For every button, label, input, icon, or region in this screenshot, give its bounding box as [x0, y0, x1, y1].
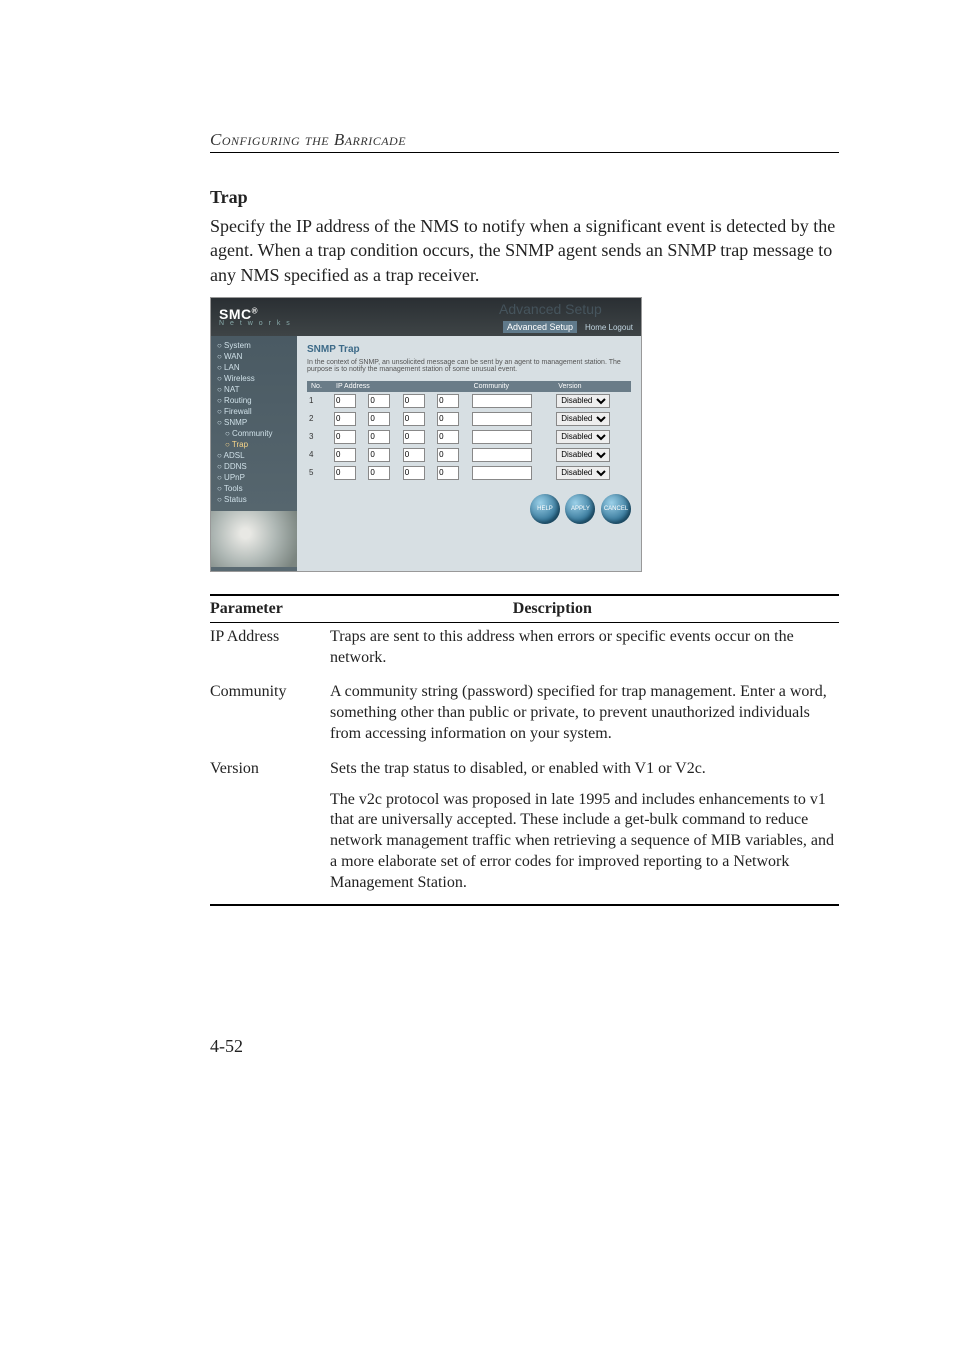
param-name: IP Address	[210, 623, 330, 679]
table-bottom-rule	[210, 904, 839, 906]
col-no: No.	[307, 381, 332, 392]
panel-description: In the context of SNMP, an unsolicited m…	[307, 359, 631, 373]
nav-item[interactable]: ○ DDNS	[211, 461, 297, 472]
community-input[interactable]	[472, 430, 532, 444]
router-screenshot: SMC®N e t w o r k s Advanced Setup Advan…	[210, 297, 642, 572]
param-row: VersionSets the trap status to disabled,…	[210, 755, 839, 904]
param-desc: A community string (password) specified …	[330, 678, 839, 754]
param-row: CommunityA community string (password) s…	[210, 678, 839, 754]
param-desc-table: Parameter Description	[210, 596, 839, 622]
col-community: Community	[470, 381, 555, 392]
sidebar-nav: ○ System○ WAN○ LAN○ Wireless○ NAT○ Routi…	[211, 336, 297, 571]
community-input[interactable]	[472, 466, 532, 480]
version-select[interactable]: Disabled	[556, 430, 610, 444]
version-select[interactable]: Disabled	[556, 466, 610, 480]
ip-octet-input[interactable]	[403, 412, 425, 426]
param-name: Version	[210, 755, 330, 904]
ip-octet-input[interactable]	[334, 394, 356, 408]
cell-no: 5	[307, 464, 332, 482]
main-panel: SNMP Trap In the context of SNMP, an uns…	[297, 336, 641, 571]
nav-item[interactable]: ○ Wireless	[211, 373, 297, 384]
col-ip: IP Address	[332, 381, 470, 392]
ip-octet-input[interactable]	[368, 412, 390, 426]
nav-item[interactable]: ○ LAN	[211, 362, 297, 373]
logo-text: SMC®N e t w o r k s	[219, 306, 292, 327]
param-desc: Sets the trap status to disabled, or ena…	[330, 755, 839, 904]
ip-octet-input[interactable]	[334, 412, 356, 426]
help-button[interactable]: HELP	[530, 494, 560, 524]
cancel-button[interactable]: CANCEL	[601, 494, 631, 524]
ip-octet-input[interactable]	[334, 466, 356, 480]
param-name: Community	[210, 678, 330, 754]
version-select[interactable]: Disabled	[556, 448, 610, 462]
running-head: Configuring the Barricade	[210, 130, 839, 150]
ip-octet-input[interactable]	[437, 430, 459, 444]
ip-octet-input[interactable]	[368, 430, 390, 444]
nav-item[interactable]: ○ Community	[211, 428, 297, 439]
head-description: Description	[513, 596, 839, 622]
ip-octet-input[interactable]	[334, 448, 356, 462]
ip-octet-input[interactable]	[437, 394, 459, 408]
cell-no: 1	[307, 392, 332, 410]
param-desc: Traps are sent to this address when erro…	[330, 623, 839, 679]
param-desc-body: IP AddressTraps are sent to this address…	[210, 623, 839, 904]
head-rule	[210, 152, 839, 153]
head-parameter: Parameter	[210, 596, 513, 622]
cell-no: 4	[307, 446, 332, 464]
table-row: 4 Disabled	[307, 446, 631, 464]
nav-item[interactable]: ○ UPnP	[211, 472, 297, 483]
nav-item[interactable]: ○ ADSL	[211, 450, 297, 461]
version-select[interactable]: Disabled	[556, 412, 610, 426]
page-number: 4-52	[210, 1036, 839, 1057]
apply-button[interactable]: APPLY	[565, 494, 595, 524]
table-row: 1 Disabled	[307, 392, 631, 410]
button-row: HELP APPLY CANCEL	[307, 494, 631, 524]
ip-octet-input[interactable]	[368, 394, 390, 408]
ip-octet-input[interactable]	[403, 430, 425, 444]
table-row: 3 Disabled	[307, 428, 631, 446]
trap-table: No. IP Address Community Version 1 Disabl…	[307, 381, 631, 482]
community-input[interactable]	[472, 448, 532, 462]
ip-octet-input[interactable]	[403, 466, 425, 480]
section-title: Trap	[210, 187, 839, 208]
community-input[interactable]	[472, 394, 532, 408]
ip-octet-input[interactable]	[368, 466, 390, 480]
nav-item[interactable]: ○ Trap	[211, 439, 297, 450]
panel-title: SNMP Trap	[307, 344, 631, 355]
nav-item[interactable]: ○ SNMP	[211, 417, 297, 428]
nav-item[interactable]: ○ Firewall	[211, 406, 297, 417]
nav-item[interactable]: ○ Tools	[211, 483, 297, 494]
nav-item[interactable]: ○ Routing	[211, 395, 297, 406]
ip-octet-input[interactable]	[368, 448, 390, 462]
ip-octet-input[interactable]	[437, 466, 459, 480]
ip-octet-input[interactable]	[403, 394, 425, 408]
col-version: Version	[554, 381, 631, 392]
ip-octet-input[interactable]	[437, 412, 459, 426]
ip-octet-input[interactable]	[403, 448, 425, 462]
nav-item[interactable]: ○ NAT	[211, 384, 297, 395]
community-input[interactable]	[472, 412, 532, 426]
nav-item[interactable]: ○ WAN	[211, 351, 297, 362]
nav-photo	[211, 511, 297, 567]
param-row: IP AddressTraps are sent to this address…	[210, 623, 839, 679]
ip-octet-input[interactable]	[334, 430, 356, 444]
version-select[interactable]: Disabled	[556, 394, 610, 408]
table-row: 2 Disabled	[307, 410, 631, 428]
cell-no: 3	[307, 428, 332, 446]
nav-item[interactable]: ○ Status	[211, 494, 297, 505]
ip-octet-input[interactable]	[437, 448, 459, 462]
nav-item[interactable]: ○ System	[211, 340, 297, 351]
section-paragraph: Specify the IP address of the NMS to not…	[210, 214, 839, 287]
cell-no: 2	[307, 410, 332, 428]
shot-header: SMC®N e t w o r k s Advanced Setup Advan…	[211, 298, 641, 336]
table-row: 5 Disabled	[307, 464, 631, 482]
header-title: Advanced Setup Advanced Setup Home Logou…	[499, 301, 633, 333]
